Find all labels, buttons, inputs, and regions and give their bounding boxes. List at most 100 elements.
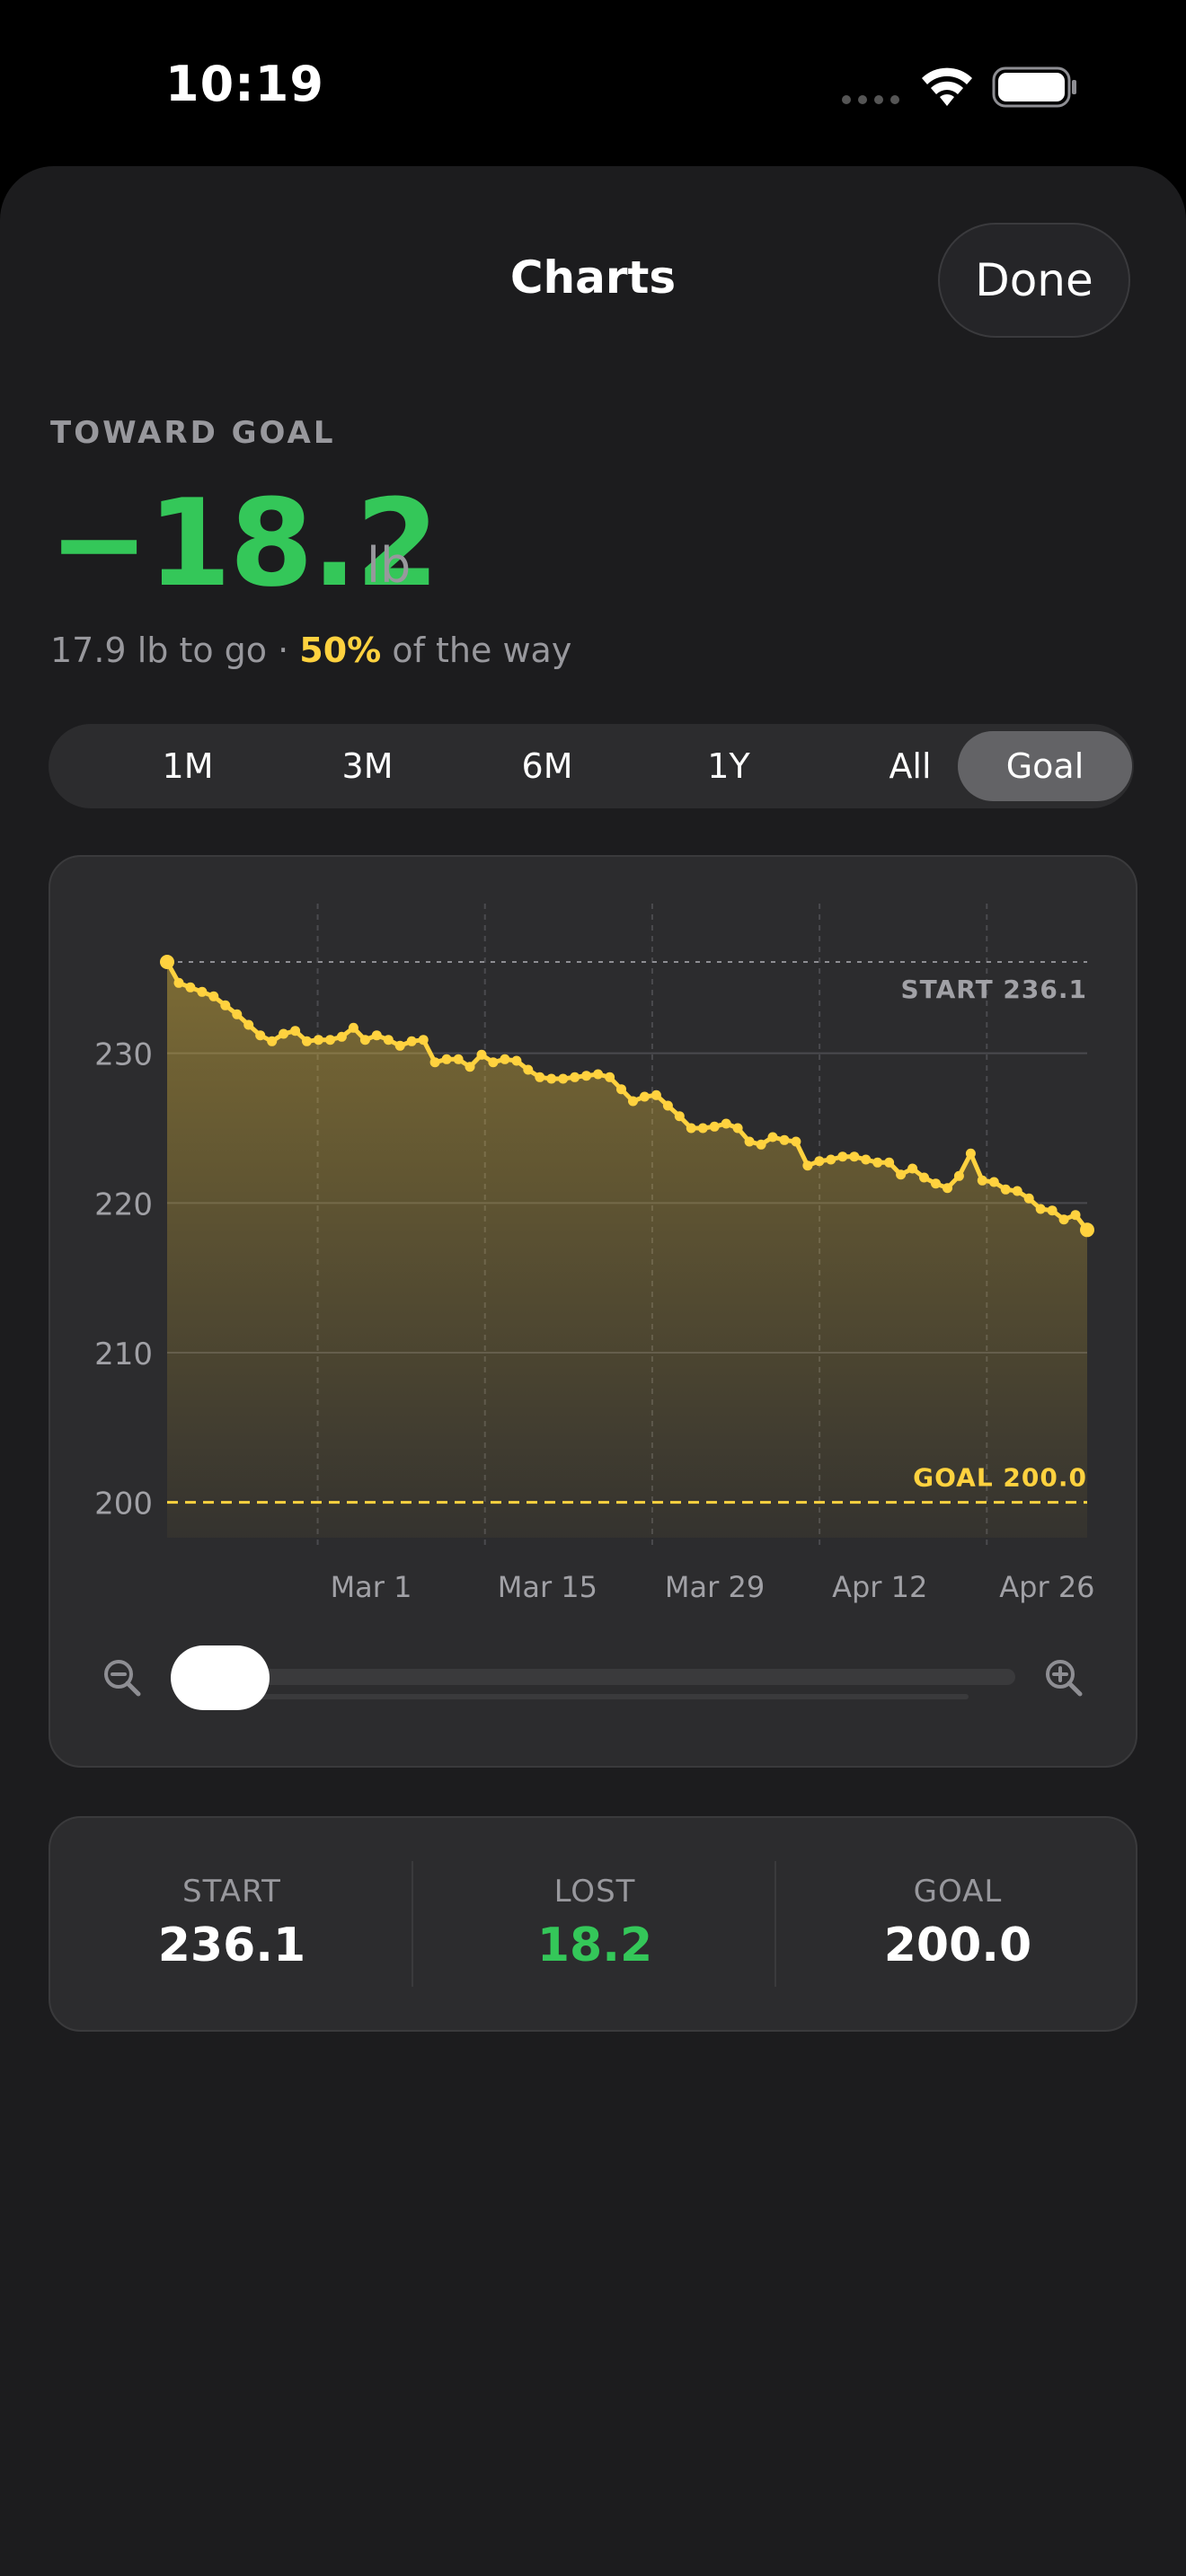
- data-point: [511, 1055, 522, 1066]
- data-point: [616, 1084, 626, 1095]
- data-point: [160, 955, 174, 969]
- stat-lost-value: 18.2: [536, 1919, 653, 1972]
- data-point: [779, 1134, 790, 1145]
- data-point: [523, 1064, 534, 1075]
- stats-card: START 236.1 LOST 18.2 GOAL 200.0: [49, 1816, 1137, 2032]
- data-point: [639, 1091, 650, 1102]
- data-point: [336, 1031, 347, 1042]
- data-point: [884, 1157, 895, 1168]
- data-point: [651, 1090, 661, 1100]
- data-point: [826, 1154, 836, 1165]
- data-point: [907, 1163, 918, 1174]
- data-point: [943, 1183, 952, 1194]
- data-point: [220, 1000, 231, 1010]
- zoom-slider-thumb[interactable]: [171, 1645, 270, 1710]
- data-point: [721, 1118, 731, 1129]
- data-point: [1035, 1204, 1046, 1214]
- data-point: [371, 1030, 382, 1041]
- stat-start-value: 236.1: [157, 1919, 306, 1972]
- y-tick-label: 210: [94, 1337, 153, 1372]
- data-point: [1000, 1184, 1011, 1195]
- data-point: [872, 1157, 883, 1168]
- data-point: [581, 1071, 592, 1081]
- x-tick-label: Mar 15: [498, 1570, 597, 1604]
- data-point: [302, 1036, 312, 1046]
- data-point: [208, 991, 219, 1001]
- data-point: [279, 1028, 289, 1039]
- data-point: [348, 1022, 358, 1033]
- data-point: [418, 1035, 429, 1045]
- data-point: [243, 1019, 254, 1030]
- data-point: [290, 1026, 301, 1037]
- data-point: [185, 982, 196, 992]
- data-point: [1023, 1193, 1034, 1204]
- stat-start-label: START: [182, 1874, 281, 1910]
- data-point: [767, 1132, 778, 1142]
- data-point: [558, 1073, 569, 1084]
- data-point: [662, 1100, 673, 1111]
- data-point: [802, 1160, 813, 1171]
- weight-chart[interactable]: 200 210 220 230 Mar 1 Mar 15 Mar 29 Apr 12 Apr 2…: [0, 0, 1186, 1617]
- data-point: [325, 1035, 335, 1045]
- data-point: [988, 1177, 999, 1187]
- data-point: [593, 1069, 604, 1080]
- data-point: [383, 1035, 394, 1045]
- x-tick-label: Apr 26: [999, 1570, 1094, 1604]
- zoom-out-icon[interactable]: [102, 1658, 142, 1698]
- data-point: [814, 1156, 825, 1167]
- zoom-range-indicator: [259, 1694, 969, 1699]
- data-point: [441, 1054, 452, 1064]
- data-point: [849, 1151, 860, 1162]
- x-tick-label: Mar 29: [665, 1570, 765, 1604]
- data-point: [406, 1036, 417, 1046]
- stat-start: START 236.1: [50, 1818, 413, 2030]
- data-point: [314, 1035, 323, 1045]
- data-point: [1012, 1186, 1022, 1196]
- data-point: [1058, 1214, 1069, 1225]
- data-point: [931, 1178, 941, 1189]
- data-point: [570, 1072, 580, 1082]
- data-point: [453, 1054, 464, 1064]
- data-point: [732, 1123, 743, 1134]
- data-point: [255, 1030, 266, 1041]
- data-point: [953, 1170, 964, 1181]
- data-point: [628, 1096, 638, 1107]
- data-point: [394, 1040, 405, 1051]
- data-point: [674, 1111, 685, 1122]
- y-tick-label: 230: [94, 1037, 153, 1073]
- data-point: [686, 1123, 696, 1134]
- stat-goal: GOAL 200.0: [776, 1818, 1139, 2030]
- x-tick-label: Apr 12: [832, 1570, 927, 1604]
- stat-lost: LOST 18.2: [413, 1818, 776, 2030]
- chart-area-fill: [167, 962, 1087, 1538]
- start-reference-label: START 236.1: [901, 975, 1087, 1004]
- stat-goal-value: 200.0: [883, 1919, 1032, 1972]
- data-point: [488, 1057, 499, 1068]
- data-point: [977, 1175, 987, 1186]
- goal-reference-label: GOAL 200.0: [913, 1463, 1087, 1493]
- data-point: [837, 1151, 848, 1162]
- data-point: [535, 1072, 545, 1082]
- zoom-in-icon[interactable]: [1044, 1658, 1084, 1698]
- data-point: [791, 1136, 801, 1147]
- y-tick-label: 200: [94, 1486, 153, 1522]
- data-point: [861, 1154, 872, 1165]
- stat-lost-label: LOST: [553, 1874, 636, 1910]
- data-point: [1047, 1205, 1058, 1216]
- data-point: [500, 1054, 510, 1064]
- data-point: [476, 1049, 487, 1060]
- data-point: [919, 1172, 929, 1183]
- data-point: [546, 1073, 557, 1084]
- data-point: [709, 1121, 720, 1132]
- data-point: [896, 1169, 907, 1180]
- data-point: [697, 1123, 708, 1134]
- data-point: [465, 1062, 475, 1072]
- x-tick-label: Mar 1: [331, 1570, 412, 1604]
- data-point: [1070, 1210, 1081, 1221]
- data-point: [197, 986, 208, 997]
- stat-goal-label: GOAL: [913, 1874, 1003, 1910]
- data-point: [173, 977, 184, 988]
- data-point: [756, 1139, 766, 1150]
- zoom-slider-track[interactable]: [176, 1669, 1015, 1685]
- data-point: [429, 1057, 440, 1068]
